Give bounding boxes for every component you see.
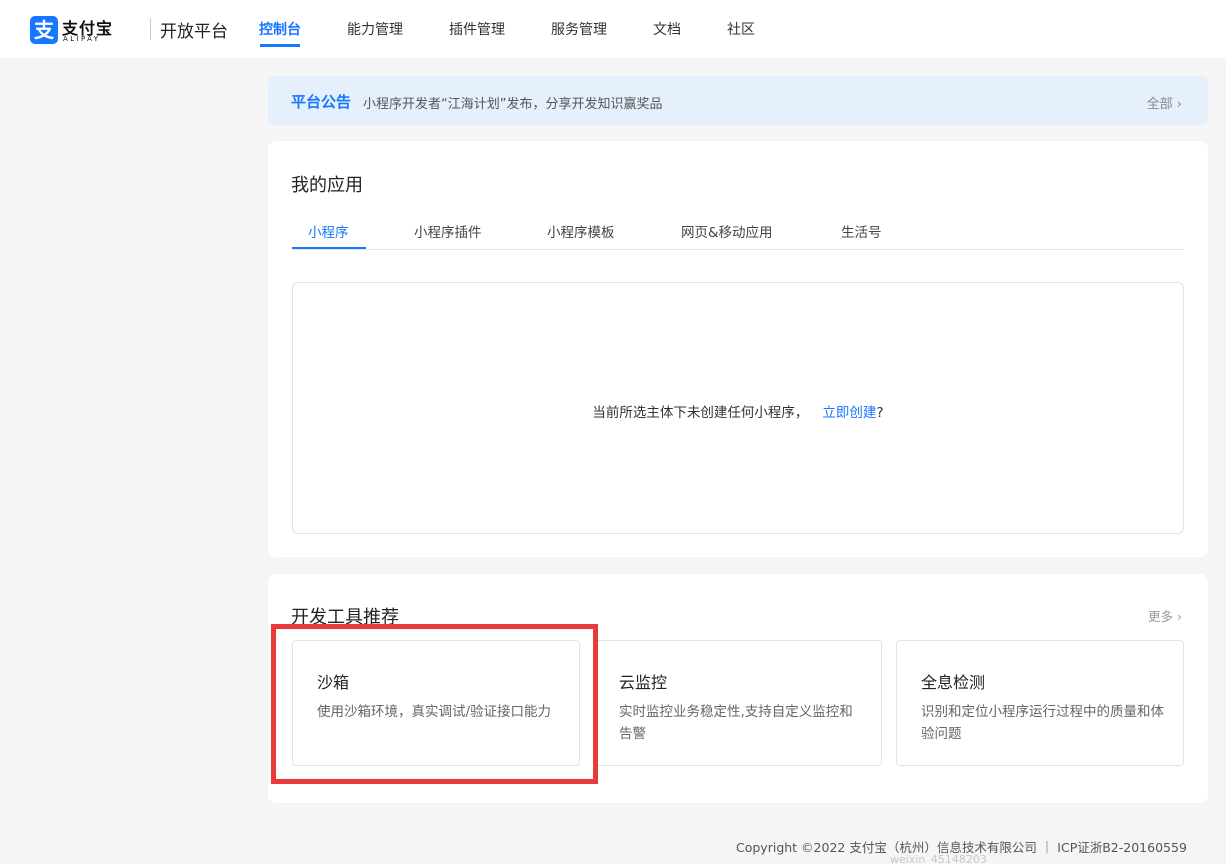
announcement-tag: 平台公告 [291,93,352,111]
empty-state-message: 当前所选主体下未创建任何小程序， 立即创建? [293,401,1183,421]
my-apps-card: 我的应用 小程序 小程序插件 小程序模板 网页&移动应用 生活号 当前所选主体下… [268,141,1208,557]
tool-description: 使用沙箱环境，真实调试/验证接口能力 [317,704,552,720]
tab-life-account[interactable]: 生活号 [841,221,882,241]
create-question-mark: ? [876,405,884,421]
tool-card-holographic-detection[interactable]: 全息检测 识别和定位小程序运行过程中的质量和体验问题 [896,640,1184,766]
logo-text-en: ALIPAY [63,35,101,43]
nav-active-indicator [260,44,300,47]
alipay-logo-icon: 支 [30,16,58,44]
tool-name: 全息检测 [921,673,986,692]
nav-plugin-management[interactable]: 插件管理 [449,19,505,39]
tool-name: 沙箱 [317,673,350,692]
tool-card-cloud-monitor[interactable]: 云监控 实时监控业务稳定性,支持自定义监控和告警 [594,640,882,766]
platform-name: 开放平台 [160,22,228,42]
empty-state-text: 当前所选主体下未创建任何小程序， [592,405,809,421]
watermark: weixin_45148203 [890,853,987,864]
announcement-all-link[interactable]: 全部 › [1147,93,1182,112]
dev-tools-card: 开发工具推荐 更多 › 沙箱 使用沙箱环境，真实调试/验证接口能力 云监控 实时… [268,574,1208,803]
nav-community[interactable]: 社区 [727,19,755,39]
dev-tools-more-link[interactable]: 更多 › [1148,606,1182,625]
my-apps-title: 我的应用 [291,175,363,196]
app-type-tabs: 小程序 小程序插件 小程序模板 网页&移动应用 生活号 [292,219,1184,250]
tool-description: 识别和定位小程序运行过程中的质量和体验问题 [921,704,1164,742]
tab-mini-program-plugin[interactable]: 小程序插件 [414,221,482,241]
empty-state: 当前所选主体下未创建任何小程序， 立即创建? [292,282,1184,534]
announcement-text[interactable]: 小程序开发者“江海计划”发布，分享开发知识赢奖品 [363,93,662,112]
tool-name: 云监控 [619,673,668,692]
create-now-link[interactable]: 立即创建 [822,405,876,421]
nav-docs[interactable]: 文档 [653,19,681,39]
nav-capability-management[interactable]: 能力管理 [347,19,403,39]
tab-mini-program[interactable]: 小程序 [308,221,349,241]
nav-console[interactable]: 控制台 [259,19,301,39]
top-navbar: 支 支付宝 ALIPAY 开放平台 控制台 能力管理 插件管理 服务管理 文档 … [0,0,1226,58]
tab-mini-program-template[interactable]: 小程序模板 [547,221,615,241]
dev-tools-title: 开发工具推荐 [291,607,399,628]
tool-description: 实时监控业务稳定性,支持自定义监控和告警 [619,704,853,742]
tab-web-mobile-app[interactable]: 网页&移动应用 [681,221,773,241]
tool-card-sandbox[interactable]: 沙箱 使用沙箱环境，真实调试/验证接口能力 [292,640,580,766]
platform-announcement: 平台公告 小程序开发者“江海计划”发布，分享开发知识赢奖品 全部 › [268,76,1208,125]
nav-service-management[interactable]: 服务管理 [551,19,607,39]
tab-active-indicator [292,247,366,249]
logo-divider [150,18,151,40]
